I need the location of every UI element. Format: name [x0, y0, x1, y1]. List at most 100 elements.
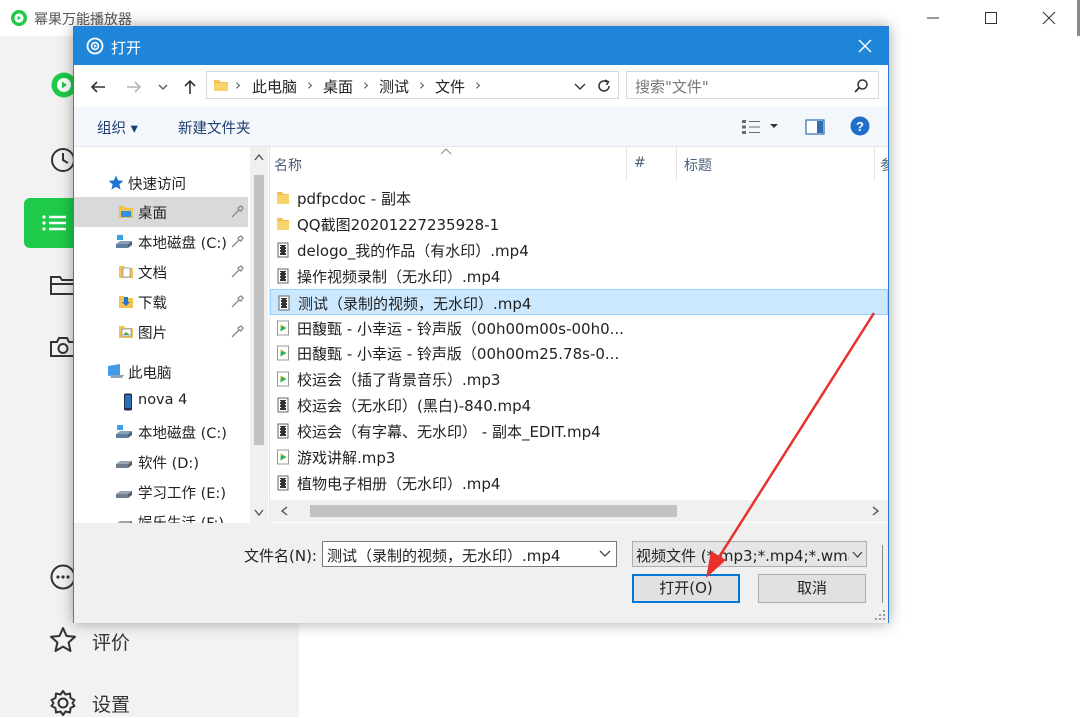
- minimize-button[interactable]: [904, 0, 962, 36]
- file-name: QQ截图20201227235928-1: [297, 215, 500, 234]
- address-bar[interactable]: › 此电脑 › 桌面 › 测试 › 文件 ›: [206, 71, 619, 99]
- nav-item-local-disk-c[interactable]: 本地磁盘 (C:): [74, 227, 248, 257]
- nav-item-downloads[interactable]: 下载: [74, 287, 248, 317]
- nav-scroll-thumb[interactable]: [254, 175, 264, 445]
- file-row[interactable]: 游戏讲解.mp3: [270, 444, 888, 470]
- file-type-dropdown[interactable]: [849, 542, 866, 566]
- column-name[interactable]: 名称: [274, 155, 302, 175]
- breadcrumb-desktop[interactable]: 桌面: [323, 76, 353, 97]
- nav-item-documents[interactable]: 文档: [74, 257, 248, 287]
- drive-icon: [114, 513, 132, 523]
- list-icon[interactable]: [40, 208, 70, 238]
- sidebar-label-rate[interactable]: 评价: [92, 628, 130, 655]
- file-name: 田馥甄 - 小幸运 - 铃声版（00h00m00s-00h0...: [297, 319, 624, 338]
- cancel-button[interactable]: 取消: [758, 574, 866, 603]
- command-bar: 组织 ▾ 新建文件夹 ?: [74, 107, 888, 147]
- file-list: 名称 # 标题 参 pdfpcdoc - 副本 QQ截图2020122723592…: [270, 147, 888, 523]
- breadcrumb-test[interactable]: 测试: [379, 76, 409, 97]
- dialog-titlebar: 打开: [74, 27, 888, 65]
- footer-edge: [882, 545, 883, 603]
- file-name: 测试（录制的视频，无水印）.mp4: [298, 294, 532, 313]
- scroll-down-icon[interactable]: [254, 509, 264, 517]
- app-logo-icon: [10, 9, 28, 27]
- dialog-close-icon[interactable]: [856, 37, 874, 55]
- breadcrumb-this-pc[interactable]: 此电脑: [252, 76, 297, 97]
- file-row[interactable]: 田馥甄 - 小幸运 - 铃声版（00h00m00s-00h0...: [270, 315, 888, 341]
- hscroll-thumb[interactable]: [310, 505, 677, 517]
- dialog-title: 打开: [111, 39, 142, 57]
- organize-menu[interactable]: 组织 ▾: [97, 117, 138, 138]
- nav-item-local-disk-c-pc[interactable]: 本地磁盘 (C:): [74, 417, 248, 447]
- nav-this-pc-label: 此电脑: [128, 366, 172, 382]
- preview-pane-icon[interactable]: [805, 118, 825, 136]
- nav-quick-access[interactable]: 快速访问: [74, 168, 248, 198]
- star-icon: [107, 174, 125, 192]
- file-type-select[interactable]: 视频文件 (*.mp3;*.mp4;*.wma: [632, 541, 867, 567]
- column-separator[interactable]: [626, 147, 627, 181]
- filename-dropdown-icon[interactable]: [599, 549, 611, 559]
- help-icon[interactable]: ?: [850, 116, 870, 136]
- filename-input[interactable]: 测试（录制的视频，无水印）.mp4: [322, 541, 617, 567]
- file-row[interactable]: 校运会（插了背景音乐）.mp3: [270, 366, 888, 392]
- file-name: pdfpcdoc - 副本: [297, 190, 411, 208]
- column-separator[interactable]: [676, 147, 677, 181]
- view-dropdown-icon[interactable]: [769, 121, 779, 131]
- view-options-icon[interactable]: [741, 118, 761, 136]
- sort-up-icon: [440, 147, 452, 155]
- window-close-button[interactable]: [1020, 0, 1078, 36]
- file-row[interactable]: 测试（录制的视频，无水印）.mp4: [270, 288, 888, 315]
- breadcrumb-separator: ›: [363, 76, 369, 94]
- star-icon[interactable]: [48, 625, 78, 655]
- nav-item-desktop[interactable]: 桌面: [74, 197, 248, 227]
- open-button[interactable]: 打开(O): [632, 574, 740, 603]
- audio-file-icon: [276, 371, 290, 387]
- nav-item-drive-d[interactable]: 软件 (D:): [74, 447, 248, 477]
- drive-icon: [114, 453, 132, 471]
- scroll-right-icon[interactable]: [872, 506, 880, 516]
- video-file-icon: [276, 475, 290, 491]
- search-icon[interactable]: [853, 78, 869, 94]
- nav-item-drive-e[interactable]: 学习工作 (E:): [74, 477, 248, 507]
- file-row[interactable]: 校运会（有字幕、无水印） - 副本_EDIT.mp4: [270, 418, 888, 444]
- maximize-button[interactable]: [962, 0, 1020, 36]
- search-placeholder: 搜索"文件": [635, 78, 709, 96]
- pin-icon: [230, 205, 244, 219]
- resize-grip-icon[interactable]: [874, 609, 886, 621]
- column-number[interactable]: #: [634, 155, 646, 171]
- search-input[interactable]: 搜索"文件": [626, 71, 879, 99]
- recent-locations-chevron-icon[interactable]: [156, 77, 170, 97]
- column-separator[interactable]: [874, 147, 875, 181]
- new-folder-button[interactable]: 新建文件夹: [178, 117, 251, 138]
- nav-item-pictures[interactable]: 图片: [74, 317, 248, 347]
- file-row[interactable]: delogo_我的作品（有水印）.mp4: [270, 237, 888, 263]
- refresh-icon[interactable]: [596, 78, 612, 94]
- nav-this-pc[interactable]: 此电脑: [74, 357, 248, 387]
- filename-label: 文件名(N):: [244, 547, 317, 565]
- up-arrow-icon[interactable]: [180, 77, 200, 97]
- scroll-left-icon[interactable]: [280, 506, 288, 516]
- file-list-hscrollbar[interactable]: [270, 500, 888, 522]
- scroll-up-icon[interactable]: [254, 153, 264, 161]
- sidebar-label-settings[interactable]: 设置: [92, 690, 130, 717]
- nav-item-label: nova 4: [138, 392, 188, 408]
- breadcrumb-separator: ›: [307, 76, 313, 94]
- filename-value: 测试（录制的视频，无水印）.mp4: [327, 547, 561, 565]
- nav-item-nova-4[interactable]: nova 4: [74, 387, 248, 417]
- back-arrow-icon[interactable]: [88, 77, 108, 97]
- forward-arrow-icon[interactable]: [124, 77, 144, 97]
- address-dropdown-icon[interactable]: [573, 79, 587, 93]
- gear-icon[interactable]: [48, 688, 78, 718]
- breadcrumb-files[interactable]: 文件: [435, 76, 465, 97]
- file-row[interactable]: pdfpcdoc - 副本: [270, 185, 888, 211]
- breadcrumb-separator: ›: [475, 76, 481, 94]
- file-row[interactable]: QQ截图20201227235928-1: [270, 211, 888, 237]
- file-row[interactable]: 田馥甄 - 小幸运 - 铃声版（00h00m25.78s-0...: [270, 340, 888, 366]
- folder-path-icon: [213, 77, 229, 93]
- nav-item-drive-f[interactable]: 娱乐生活 (F:): [74, 507, 248, 523]
- column-extra[interactable]: 参: [880, 155, 888, 175]
- column-title[interactable]: 标题: [684, 155, 712, 175]
- nav-scrollbar[interactable]: [250, 147, 268, 523]
- file-row[interactable]: 植物电子相册（无水印）.mp4: [270, 470, 888, 496]
- file-row[interactable]: 操作视频录制（无水印）.mp4: [270, 263, 888, 289]
- file-row[interactable]: 校运会（无水印）(黑白)-840.mp4: [270, 392, 888, 418]
